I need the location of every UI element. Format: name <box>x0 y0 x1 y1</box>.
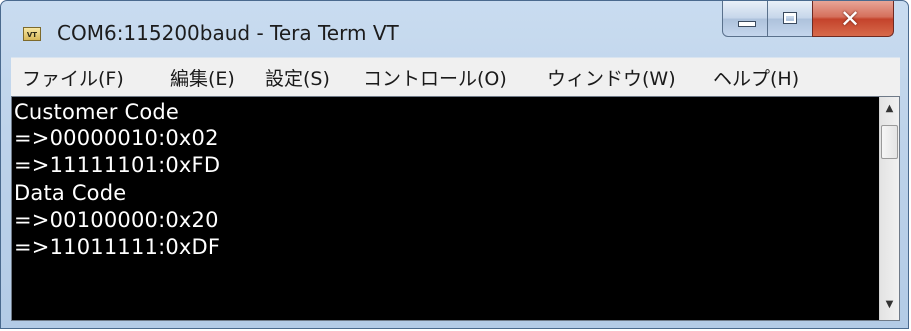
terminal-line: Data Code <box>14 181 127 205</box>
title-bar[interactable]: VT COM6:115200baud - Tera Term VT ✕ <box>1 1 908 55</box>
terminal-line: Customer Code <box>14 100 180 124</box>
maximize-button[interactable] <box>767 1 813 37</box>
scroll-thumb[interactable] <box>881 125 898 159</box>
teraterm-window: VT COM6:115200baud - Tera Term VT ✕ ファイル… <box>0 0 909 329</box>
menu-item-edit[interactable]: 編集(E) <box>170 64 235 91</box>
close-button[interactable]: ✕ <box>812 1 894 37</box>
minimize-button[interactable] <box>722 1 768 37</box>
menu-item-window[interactable]: ウィンドウ(W) <box>547 64 676 91</box>
scroll-down-arrow-icon[interactable]: ▼ <box>880 295 899 314</box>
vertical-scrollbar[interactable]: ▲ ▼ <box>879 97 899 320</box>
terminal-line: =>11011111:0xDF <box>14 235 221 259</box>
menu-bar: ファイル(F) 編集(E) 設定(S) コントロール(O) ウィンドウ(W) ヘ… <box>11 57 900 96</box>
menu-item-file[interactable]: ファイル(F) <box>22 64 124 91</box>
terminal-screen[interactable]: Customer Code =>00000010:0x02 =>11111101… <box>12 97 870 320</box>
close-icon: ✕ <box>840 5 861 33</box>
scroll-up-arrow-icon[interactable]: ▲ <box>880 99 899 118</box>
menu-item-control[interactable]: コントロール(O) <box>363 64 507 91</box>
terminal-line: =>11111101:0xFD <box>14 153 221 177</box>
terminal-line: =>00000010:0x02 <box>14 126 219 150</box>
terminal-line: =>00100000:0x20 <box>14 208 219 232</box>
terminal-frame: Customer Code =>00000010:0x02 =>11111101… <box>11 96 900 321</box>
maximize-icon <box>783 12 797 24</box>
minimize-icon <box>738 21 756 27</box>
window-title: COM6:115200baud - Tera Term VT <box>57 21 399 45</box>
teraterm-app-icon[interactable]: VT <box>23 27 41 41</box>
menu-item-setup[interactable]: 設定(S) <box>265 64 330 91</box>
menu-item-help[interactable]: ヘルプ(H) <box>713 64 799 91</box>
caption-buttons: ✕ <box>722 1 908 38</box>
